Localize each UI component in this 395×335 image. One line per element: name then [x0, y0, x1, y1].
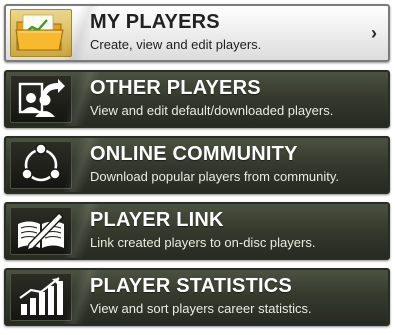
menu-item-subtitle: View and sort players career statistics.: [90, 301, 312, 316]
menu-item-online-community[interactable]: ONLINE COMMUNITY Download popular player…: [4, 136, 390, 194]
folder-chart-icon: [10, 9, 72, 57]
menu-item-title: ONLINE COMMUNITY: [90, 143, 298, 165]
bar-chart-icon: [10, 273, 72, 321]
community-circle-icon: [10, 141, 72, 189]
menu-item-subtitle: Download popular players from community.: [90, 169, 340, 184]
menu-item-my-players[interactable]: MY PLAYERS Create, view and edit players…: [4, 4, 390, 62]
menu-item-player-statistics[interactable]: PLAYER STATISTICS View and sort players …: [4, 268, 390, 326]
menu-item-title: PLAYER LINK: [90, 209, 224, 231]
menu-item-subtitle: Link created players to on-disc players.: [90, 235, 316, 250]
book-pen-icon: [10, 207, 72, 255]
menu-item-title: MY PLAYERS: [90, 11, 220, 33]
players-menu: MY PLAYERS Create, view and edit players…: [0, 0, 395, 335]
menu-item-subtitle: View and edit default/downloaded players…: [90, 103, 334, 118]
menu-item-title: OTHER PLAYERS: [90, 77, 261, 99]
players-arrow-icon: [10, 75, 72, 123]
menu-item-player-link[interactable]: PLAYER LINK Link created players to on-d…: [4, 202, 390, 260]
menu-item-subtitle: Create, view and edit players.: [90, 37, 262, 52]
chevron-right-icon: ›: [371, 23, 377, 43]
menu-item-other-players[interactable]: OTHER PLAYERS View and edit default/down…: [4, 70, 390, 128]
menu-item-title: PLAYER STATISTICS: [90, 275, 292, 297]
